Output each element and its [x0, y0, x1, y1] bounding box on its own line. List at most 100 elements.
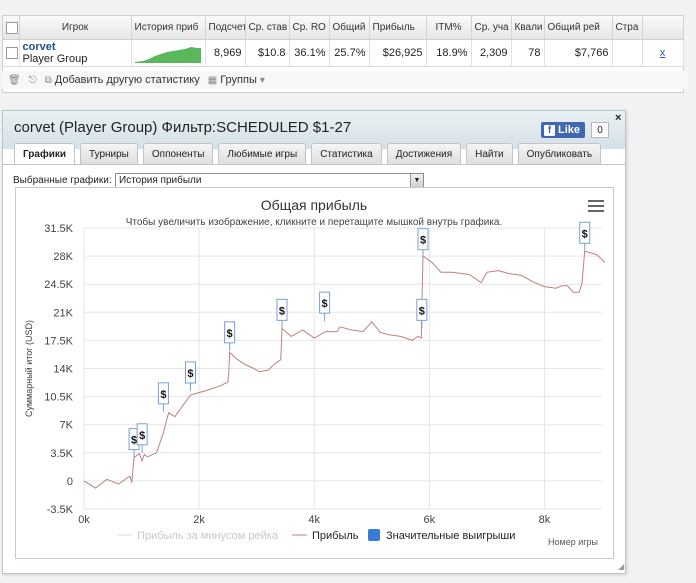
- col-header-itm[interactable]: ITM%: [426, 16, 472, 40]
- add-stat-label: Добавить другую статистику: [54, 74, 200, 86]
- big-win-marker-label: $: [160, 389, 166, 401]
- legend-swatch-big-wins: [368, 529, 380, 541]
- tab-achievements[interactable]: Достижения: [386, 143, 462, 164]
- col-header-avg-roi[interactable]: Ср. RO: [289, 16, 330, 40]
- big-win-marker-label: $: [227, 328, 233, 340]
- cell-count: 8,969: [205, 39, 246, 67]
- groups-icon: ▦: [207, 74, 218, 86]
- profit-sparkline: [131, 39, 206, 67]
- stats-toolbar: 🗑 ⎋ ⧉ Добавить другую статистику ▦ Групп…: [2, 71, 688, 89]
- y-tick-label: 0: [67, 476, 73, 488]
- legend-label-net: Прибыль за минусом рейка: [137, 530, 279, 542]
- groups-label: Группы: [220, 74, 257, 86]
- chart-select[interactable]: История прибыли ▼: [115, 173, 424, 188]
- col-header-total-rake[interactable]: Общий рей: [544, 16, 613, 40]
- x-tick-label: 0k: [78, 514, 90, 526]
- big-win-marker-label: $: [139, 430, 145, 442]
- y-tick-label: 3.5K: [50, 448, 73, 460]
- cell-total-rake: $7,766: [544, 39, 613, 67]
- player-group-label: Player Group: [22, 52, 88, 65]
- col-header-avg-stake[interactable]: Ср. став: [245, 16, 290, 40]
- table-header-row: Игрок История приб Подсчет Ср. став Ср. …: [3, 16, 684, 40]
- x-axis-label: Номер игры: [548, 537, 598, 547]
- player-name-link[interactable]: corvet: [23, 41, 128, 53]
- cell-profit: $26,925: [369, 39, 427, 67]
- cell-itm: 18.9%: [426, 39, 472, 67]
- x-tick-label: 4k: [308, 514, 320, 526]
- legend-label-profit: Прибыль: [312, 530, 359, 542]
- x-tick-label: 6k: [424, 514, 436, 526]
- col-header-history[interactable]: История приб: [131, 16, 206, 40]
- swap-icon[interactable]: ⎋: [29, 75, 37, 86]
- big-win-marker-label: $: [187, 368, 193, 380]
- big-win-marker-label: $: [279, 305, 285, 317]
- cell-avg-roi: 36.1%: [289, 39, 330, 67]
- big-win-marker-label: $: [131, 435, 137, 447]
- col-header-profit[interactable]: Прибыль: [369, 16, 427, 40]
- chart-select-value: История прибыли: [119, 175, 202, 186]
- cell-country: [612, 39, 643, 67]
- select-all-checkbox[interactable]: [3, 16, 20, 40]
- col-header-avg-field[interactable]: Ср. уча: [471, 16, 512, 40]
- y-tick-label: 7K: [60, 420, 74, 432]
- big-win-marker-label: $: [582, 228, 588, 240]
- row-checkbox[interactable]: [3, 39, 20, 67]
- close-icon[interactable]: ×: [615, 112, 621, 124]
- tab-statistics[interactable]: Статистика: [311, 143, 382, 164]
- remove-row-button[interactable]: x: [642, 39, 684, 67]
- y-axis-label: Суммарный итог (USD): [24, 320, 34, 417]
- like-count: 0: [591, 122, 609, 138]
- tab-favorite-games[interactable]: Любимые игры: [218, 143, 307, 164]
- chevron-down-icon: ▾: [259, 74, 265, 86]
- cell-avg-stake: $10.8: [245, 39, 290, 67]
- chart-subtitle: Чтобы увеличить изображение, кликните и …: [126, 216, 503, 228]
- tab-tournaments[interactable]: Турниры: [80, 143, 138, 164]
- tab-opponents[interactable]: Оппоненты: [142, 143, 214, 164]
- panel-title: corvet (Player Group) Фильтр:SCHEDULED $…: [14, 119, 352, 136]
- col-header-count[interactable]: Подсчет: [205, 16, 246, 40]
- facebook-like-button[interactable]: f Like: [541, 122, 585, 138]
- x-tick-label: 2k: [193, 514, 205, 526]
- y-tick-label: -3.5K: [47, 504, 74, 516]
- player-panel: corvet (Player Group) Фильтр:SCHEDULED $…: [2, 110, 626, 574]
- tab-divider: [3, 164, 625, 165]
- big-win-marker-label: $: [419, 305, 425, 317]
- y-tick-label: 28K: [53, 251, 73, 263]
- y-tick-label: 24.5K: [44, 279, 73, 291]
- add-stat-button[interactable]: ⧉ Добавить другую статистику: [45, 74, 200, 86]
- y-tick-label: 14K: [53, 364, 73, 376]
- sparkline-chart: [134, 47, 201, 63]
- col-header-country[interactable]: Стра: [612, 16, 643, 40]
- chart-menu-icon[interactable]: [588, 200, 604, 212]
- chart-select-label: Выбранные графики:: [13, 175, 112, 186]
- y-tick-label: 17.5K: [44, 335, 73, 347]
- y-tick-label: 21K: [53, 307, 73, 319]
- big-win-marker-label: $: [420, 235, 426, 247]
- cell-total-roi: 25.7%: [329, 39, 370, 67]
- groups-button[interactable]: ▦ Группы ▾: [208, 74, 265, 86]
- y-tick-label: 31.5K: [44, 223, 73, 235]
- profit-chart[interactable]: Общая прибыль Чтобы увеличить изображение…: [16, 188, 613, 558]
- col-header-player[interactable]: Игрок: [19, 16, 132, 40]
- x-tick-label: 8k: [539, 514, 551, 526]
- like-label: Like: [558, 124, 581, 136]
- col-header-actions: [642, 16, 684, 40]
- col-header-qualified[interactable]: Квали: [511, 16, 545, 40]
- facebook-icon: f: [544, 124, 555, 136]
- table-row[interactable]: corvet Player Group 8,969 $10.8 36.1% 25…: [3, 39, 684, 67]
- chart-title: Общая прибыль: [261, 197, 367, 213]
- resize-grip-icon[interactable]: ◢: [618, 562, 624, 571]
- legend-label-big-wins: Значительные выигрыши: [386, 530, 515, 542]
- cell-avg-field: 2,309: [471, 39, 512, 67]
- tab-find[interactable]: Найти: [466, 143, 513, 164]
- y-tick-label: 10.5K: [44, 392, 73, 404]
- cell-qualified: 78: [511, 39, 545, 67]
- chart-container[interactable]: Общая прибыль Чтобы увеличить изображение…: [15, 187, 614, 559]
- tab-charts[interactable]: Графики: [14, 143, 76, 165]
- trash-icon[interactable]: 🗑: [8, 75, 21, 86]
- panel-tabs: Графики Турниры Оппоненты Любимые игры С…: [14, 143, 602, 165]
- big-win-marker-label: $: [322, 298, 328, 310]
- chevron-down-icon[interactable]: ▼: [410, 174, 423, 187]
- col-header-total-roi[interactable]: Общий: [329, 16, 370, 40]
- tab-publish[interactable]: Опубликовать: [517, 143, 602, 164]
